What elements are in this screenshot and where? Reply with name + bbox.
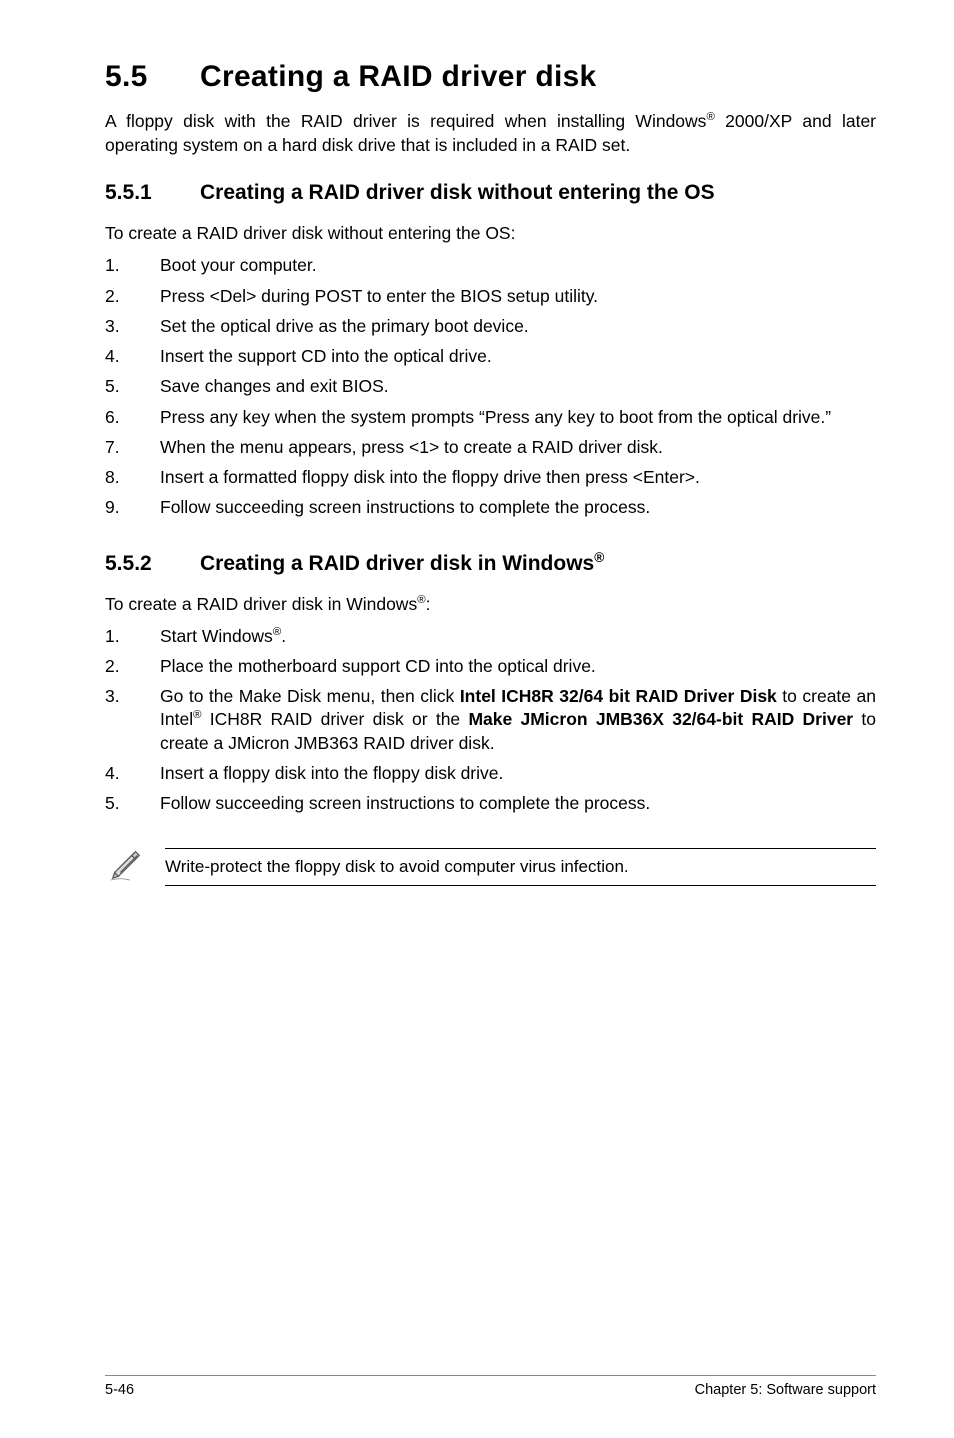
step3-bold1: Intel ICH8R 32/64 bit RAID Driver Disk <box>460 686 777 706</box>
step1-pre: Start Windows <box>160 626 273 646</box>
step3-bold2: Make JMicron JMB36X 32/64-bit RAID Drive… <box>468 709 853 729</box>
step3-a: Go to the Make Disk menu, then click <box>160 686 460 706</box>
page-footer: 5-46 Chapter 5: Software support <box>105 1375 876 1398</box>
section2-subtitle: To create a RAID driver disk in Windows®… <box>105 594 876 615</box>
registered-mark: ® <box>706 111 714 123</box>
list-item: Insert a formatted floppy disk into the … <box>105 466 876 489</box>
list-item: Place the motherboard support CD into th… <box>105 655 876 678</box>
heading-title: Creating a RAID driver disk <box>200 60 597 93</box>
section1-steps: Boot your computer. Press <Del> during P… <box>105 254 876 519</box>
registered-mark: ® <box>594 550 604 565</box>
note-rule-bottom <box>165 885 876 886</box>
section-heading-2: 5.5.2Creating a RAID driver disk in Wind… <box>105 552 876 576</box>
list-item: Boot your computer. <box>105 254 876 277</box>
section1-number: 5.5.1 <box>105 181 200 205</box>
note-callout: Write-protect the floppy disk to avoid c… <box>105 848 876 887</box>
section-heading-1: 5.5.1Creating a RAID driver disk without… <box>105 181 876 205</box>
intro-pre: A floppy disk with the RAID driver is re… <box>105 111 706 131</box>
registered-mark: ® <box>273 626 281 638</box>
list-item: Follow succeeding screen instructions to… <box>105 792 876 815</box>
list-item: Go to the Make Disk menu, then click Int… <box>105 685 876 755</box>
section1-subtitle: To create a RAID driver disk without ent… <box>105 223 876 244</box>
list-item: When the menu appears, press <1> to crea… <box>105 436 876 459</box>
page-number: 5-46 <box>105 1382 134 1398</box>
list-item: Insert the support CD into the optical d… <box>105 345 876 368</box>
note-text: Write-protect the floppy disk to avoid c… <box>165 849 876 885</box>
list-item: Press any key when the system prompts “P… <box>105 406 876 429</box>
list-item: Follow succeeding screen instructions to… <box>105 496 876 519</box>
list-item: Start Windows®. <box>105 625 876 648</box>
list-item: Press <Del> during POST to enter the BIO… <box>105 285 876 308</box>
step1-post: . <box>281 626 286 646</box>
section2-number: 5.5.2 <box>105 552 200 576</box>
registered-mark: ® <box>417 594 425 606</box>
step3-d: ICH8R RAID driver disk or the <box>201 709 468 729</box>
list-item: Insert a floppy disk into the floppy dis… <box>105 762 876 785</box>
section2-title-pre: Creating a RAID driver disk in Windows <box>200 552 594 575</box>
chapter-label: Chapter 5: Software support <box>695 1382 876 1398</box>
pencil-icon <box>107 844 145 887</box>
section2-steps: Start Windows®. Place the motherboard su… <box>105 625 876 816</box>
note-body: Write-protect the floppy disk to avoid c… <box>165 848 876 886</box>
list-item: Set the optical drive as the primary boo… <box>105 315 876 338</box>
subtitle-pre: To create a RAID driver disk in Windows <box>105 594 417 614</box>
section1-title: Creating a RAID driver disk without ente… <box>200 181 715 204</box>
list-item: Save changes and exit BIOS. <box>105 375 876 398</box>
page-heading: 5.5Creating a RAID driver disk <box>105 60 876 94</box>
heading-number: 5.5 <box>105 60 200 94</box>
intro-paragraph: A floppy disk with the RAID driver is re… <box>105 110 876 157</box>
subtitle-post: : <box>426 594 431 614</box>
